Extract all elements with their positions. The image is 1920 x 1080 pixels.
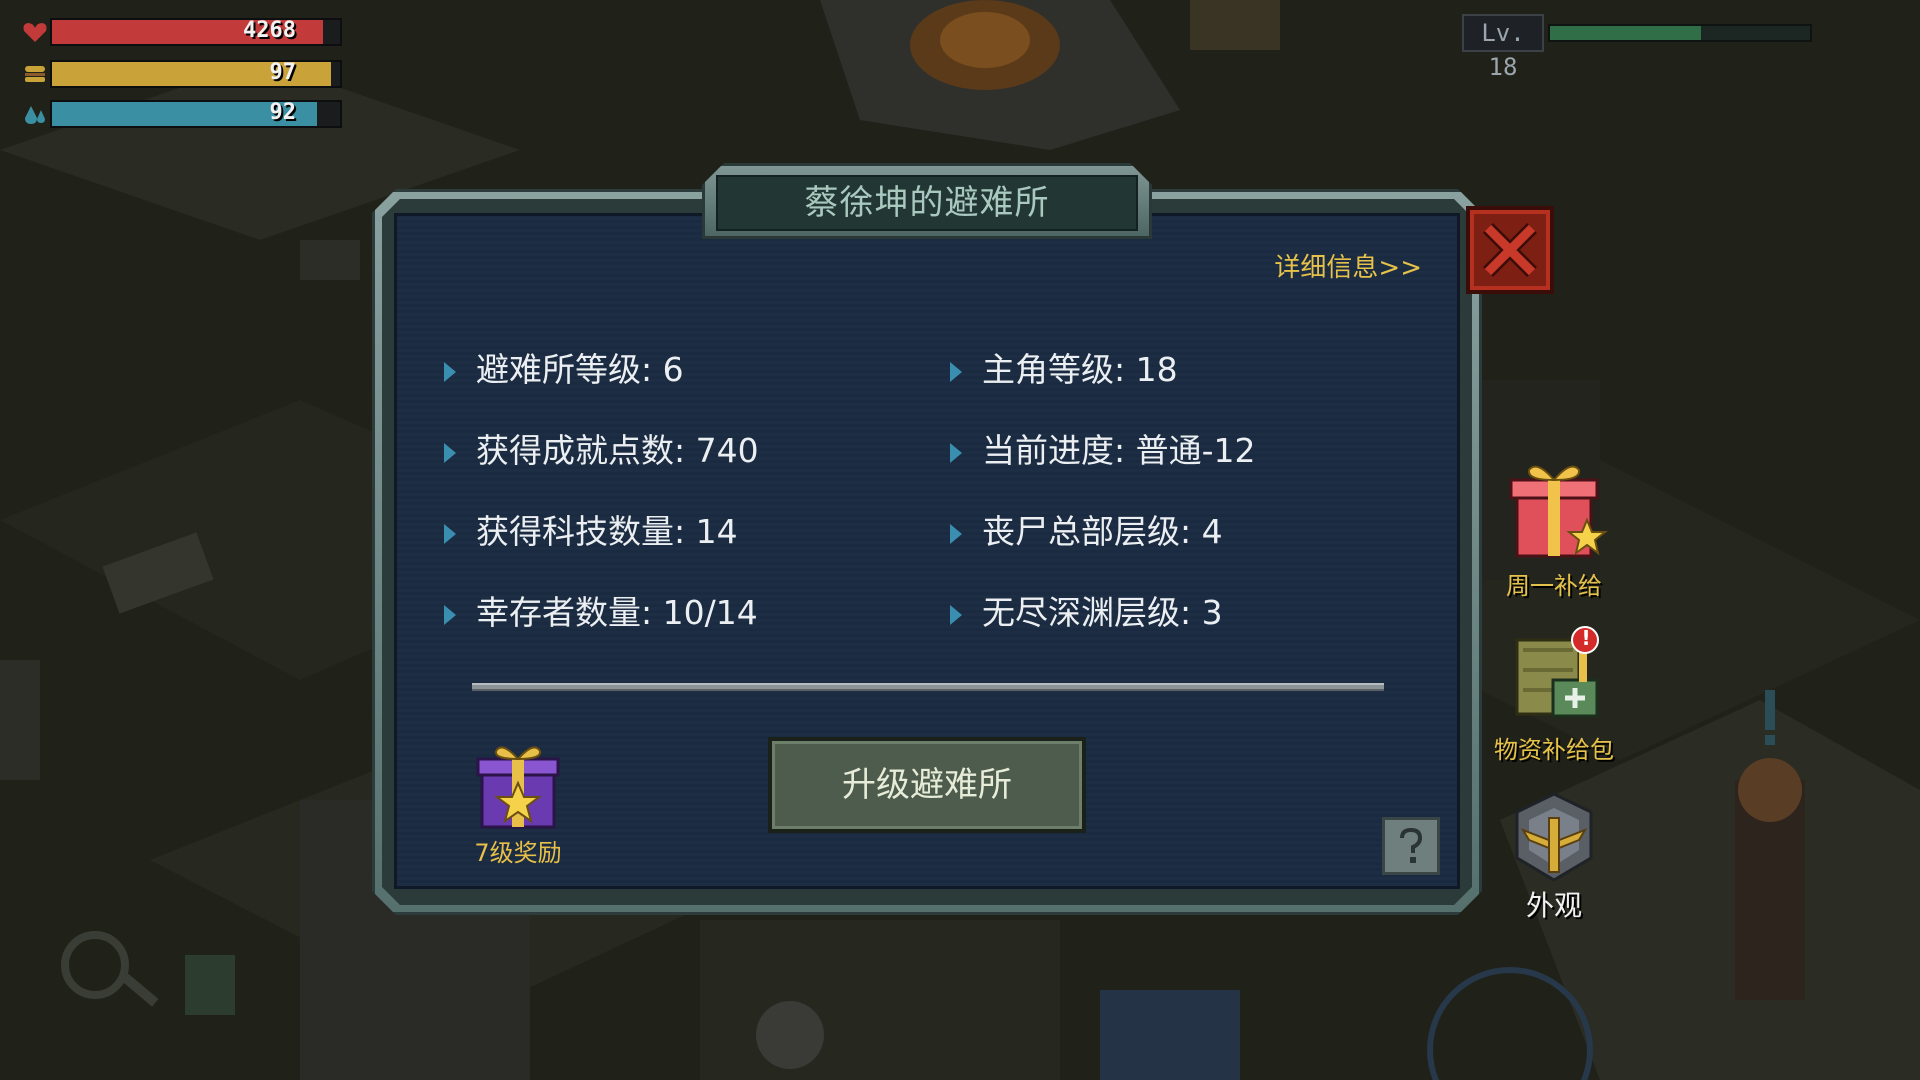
bullet-arrow-icon (950, 523, 962, 544)
health-bar: 4268 (22, 18, 342, 46)
stat-label: 获得科技数量: 14 (476, 512, 738, 551)
upgrade-button-label: 升级避难所 (842, 765, 1012, 805)
supply-pack-label: 物资补给包 (1494, 736, 1614, 764)
water-track (50, 100, 342, 128)
monday-supply-label: 周一补给 (1506, 572, 1602, 600)
stat-zombie-hq-floor: 丧尸总部层级: 4 (950, 512, 1223, 552)
appearance-button[interactable]: 外观 (1479, 788, 1629, 928)
stat-abyss-floor: 无尽深渊层级: 3 (950, 593, 1223, 633)
stat-label: 当前进度: 普通-12 (982, 431, 1256, 470)
stat-survivor-count: 幸存者数量: 10/14 (444, 593, 758, 633)
stat-label: 无尽深渊层级: 3 (982, 593, 1223, 632)
stat-label: 避难所等级: 6 (476, 350, 684, 389)
water-bar: 92 (22, 100, 342, 128)
bullet-arrow-icon (950, 442, 962, 463)
stat-current-progress: 当前进度: 普通-12 (950, 431, 1256, 471)
appearance-emblem-icon (1515, 792, 1593, 882)
stat-label: 幸存者数量: 10/14 (476, 593, 758, 632)
bullet-arrow-icon (950, 604, 962, 625)
close-button[interactable] (1466, 206, 1554, 294)
hunger-value: 97 (269, 60, 297, 85)
upgrade-shelter-button[interactable]: 升级避难所 (768, 737, 1086, 833)
divider (472, 683, 1384, 691)
monday-supply-button[interactable]: 周一补给 (1479, 458, 1629, 600)
question-icon (1400, 827, 1423, 863)
help-button[interactable] (1382, 817, 1440, 875)
health-track (50, 18, 342, 46)
player-level: Lv. 18 (1462, 14, 1812, 81)
xp-bar (1548, 24, 1812, 42)
stat-label: 丧尸总部层级: 4 (982, 512, 1223, 551)
detail-info-link[interactable]: 详细信息>> (1274, 247, 1422, 284)
gift-star-icon (1509, 465, 1608, 558)
stat-tech-count: 获得科技数量: 14 (444, 512, 738, 552)
stat-label: 主角等级: 18 (982, 350, 1178, 389)
bullet-arrow-icon (950, 361, 962, 382)
bullet-arrow-icon (444, 442, 456, 463)
level-label: Lv. 18 (1462, 14, 1544, 81)
water-drop-icon (25, 106, 45, 124)
hunger-track (50, 60, 342, 88)
stat-hero-level: 主角等级: 18 (950, 350, 1178, 390)
game-scene: 4268 97 92 Lv. 18 蔡徐坤的避难所 详细信息>> 避难所等级: … (0, 0, 1920, 1080)
bullet-arrow-icon (444, 523, 456, 544)
xp-fill (1550, 26, 1701, 40)
hunger-bar: 97 (22, 60, 342, 88)
appearance-label: 外观 (1525, 889, 1582, 922)
purple-gift-icon (476, 746, 560, 829)
supply-pack-button[interactable]: ! 物资补给包 (1479, 622, 1629, 764)
water-value: 92 (269, 100, 297, 125)
stat-shelter-level: 避难所等级: 6 (444, 350, 684, 390)
reward-label: 7级奖励 (474, 839, 562, 867)
dialog-title: 蔡徐坤的避难所 (804, 183, 1050, 223)
close-icon (1483, 223, 1537, 277)
health-value: 4268 (243, 18, 296, 43)
stat-achievement-points: 获得成就点数: 740 (444, 431, 759, 471)
level-reward[interactable]: 7级奖励 (468, 737, 568, 867)
burger-icon (25, 66, 45, 82)
shelter-info-dialog: 蔡徐坤的避难所 详细信息>> 避难所等级: 6 获得成就点数: 740 获得科技… (372, 163, 1482, 915)
bullet-arrow-icon (444, 604, 456, 625)
heart-icon (23, 23, 47, 42)
alert-badge: ! (1581, 626, 1591, 650)
stat-label: 获得成就点数: 740 (476, 431, 759, 470)
bullet-arrow-icon (444, 361, 456, 382)
